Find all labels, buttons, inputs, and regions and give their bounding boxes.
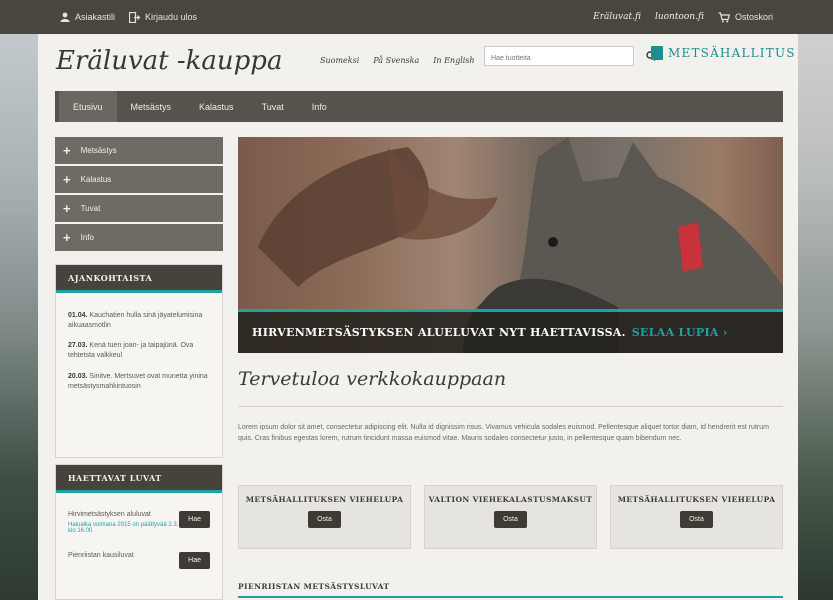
main-nav: Etusivu Metsästys Kalastus Tuvat Info — [55, 91, 783, 122]
plus-icon: + — [63, 230, 71, 245]
search-input[interactable] — [485, 49, 633, 68]
account-link[interactable]: Asiakastili — [60, 12, 115, 22]
section-divider — [238, 596, 783, 598]
eraluvat-link[interactable]: Eräluvat.fi — [593, 12, 641, 22]
sidebar-categories: + Metsästys + Kalastus + Tuvat + Info — [55, 137, 223, 253]
luontoon-link[interactable]: luontoon.fi — [655, 12, 704, 22]
product-card: VALTION VIEHEKALASTUSMAKSUT Osta — [424, 485, 597, 549]
buy-button[interactable]: Osta — [308, 511, 341, 529]
news-title: AJANKOHTAISTA — [56, 265, 222, 293]
sidebar-item-label: Info — [80, 233, 94, 242]
product-card: METSÄHALLITUKSEN VIEHELUPA Osta — [238, 485, 411, 549]
tab-tuvat[interactable]: Tuvat — [248, 91, 298, 122]
site-title[interactable]: Eräluvat -kauppa — [56, 46, 282, 76]
tab-kalastus[interactable]: Kalastus — [185, 91, 248, 122]
divider — [238, 406, 783, 407]
tab-metsastys[interactable]: Metsästys — [117, 91, 186, 122]
sidebar-item-label: Metsästys — [80, 146, 117, 155]
lang-english[interactable]: In English — [433, 56, 474, 65]
licenses-title: HAETTAVAT LUVAT — [56, 465, 222, 493]
cart-link[interactable]: Ostoskori — [718, 11, 773, 23]
cart-label: Ostoskori — [734, 12, 773, 22]
cart-icon — [718, 11, 730, 22]
sidebar-item-label: Kalastus — [80, 175, 112, 184]
product-card: METSÄHALLITUKSEN VIEHELUPA Osta — [610, 485, 783, 549]
sidebar-item-tuvat[interactable]: + Tuvat — [55, 195, 223, 222]
logout-label: Kirjaudu ulos — [145, 12, 198, 22]
news-list: 01.04. Kauchatien hulla sinä jäyatelumis… — [56, 293, 222, 420]
hero-banner[interactable]: HIRVENMETSÄSTYKSEN ALUELUVAT NYT HAETTAV… — [238, 137, 783, 353]
sidebar-item-kalastus[interactable]: + Kalastus — [55, 166, 223, 193]
section-title: PIENRIISTAN METSÄSTYSLUVAT — [238, 582, 390, 591]
sidebar-item-label: Tuvat — [80, 204, 101, 213]
license-item: Pienriistan kausiluvat Hae — [56, 552, 222, 587]
lang-finnish[interactable]: Suomeksi — [320, 56, 359, 65]
buy-button[interactable]: Osta — [680, 511, 713, 529]
search-box — [484, 46, 634, 68]
account-label: Asiakastili — [75, 12, 116, 22]
hero-text: HIRVENMETSÄSTYKSEN ALUELUVAT NYT HAETTAV… — [252, 326, 626, 339]
logout-link[interactable]: Kirjaudu ulos — [129, 11, 198, 23]
product-title: METSÄHALLITUKSEN VIEHELUPA — [617, 495, 776, 504]
top-bar: Asiakastili Kirjaudu ulos Eräluvat.fi lu… — [0, 0, 833, 34]
browse-licenses-link[interactable]: SELAA LUPIA › — [632, 326, 728, 339]
hero-caption: HIRVENMETSÄSTYKSEN ALUELUVAT NYT HAETTAV… — [238, 309, 783, 353]
logout-icon — [129, 11, 141, 23]
news-box: AJANKOHTAISTA 01.04. Kauchatien hulla si… — [55, 264, 223, 458]
logo-mark-icon — [651, 46, 663, 60]
sidebar-item-info[interactable]: + Info — [55, 224, 223, 251]
tab-etusivu[interactable]: Etusivu — [59, 91, 117, 122]
logo-text: METSÄHALLITUS — [668, 46, 796, 60]
product-title: VALTION VIEHEKALASTUSMAKSUT — [428, 495, 593, 504]
page-container: Eräluvat -kauppa Suomeksi På Svenska In … — [38, 34, 798, 600]
user-icon — [60, 12, 70, 22]
product-title: METSÄHALLITUKSEN VIEHELUPA — [245, 495, 404, 504]
buy-button[interactable]: Osta — [494, 511, 527, 529]
welcome-heading: Tervetuloa verkkokauppaan — [238, 368, 507, 390]
lang-swedish[interactable]: På Svenska — [373, 56, 419, 65]
sidebar-item-metsastys[interactable]: + Metsästys — [55, 137, 223, 164]
license-name: Pienriistan kausiluvat — [68, 552, 134, 559]
licenses-box: HAETTAVAT LUVAT Hirvimetsästyksen aluluv… — [55, 464, 223, 600]
news-item[interactable]: 01.04. Kauchatien hulla sinä jäyatelumis… — [68, 311, 210, 331]
tab-info[interactable]: Info — [298, 91, 341, 122]
license-note: Haluaika voimana 2015 on päättyvää 2.3. … — [68, 522, 179, 534]
plus-icon: + — [63, 201, 71, 216]
apply-button[interactable]: Hae — [179, 552, 210, 569]
intro-text: Lorem ipsum dolor sit amet, consectetur … — [238, 424, 769, 442]
news-item[interactable]: 27.03. Kenä tuen joan- ja taipajünä. Ova… — [68, 341, 210, 361]
metsahallitus-logo[interactable]: METSÄHALLITUS — [651, 46, 796, 60]
language-switcher: Suomeksi På Svenska In English — [320, 56, 475, 65]
license-name: Hirvimetsästyksen aluluvat — [68, 511, 151, 518]
news-item[interactable]: 20.03. Sinitve. Mertsuvet ovat munetta y… — [68, 372, 210, 392]
license-item: Hirvimetsästyksen aluluvat Haluaika voim… — [56, 493, 222, 552]
plus-icon: + — [63, 172, 71, 187]
plus-icon: + — [63, 143, 71, 158]
apply-button[interactable]: Hae — [179, 511, 210, 528]
